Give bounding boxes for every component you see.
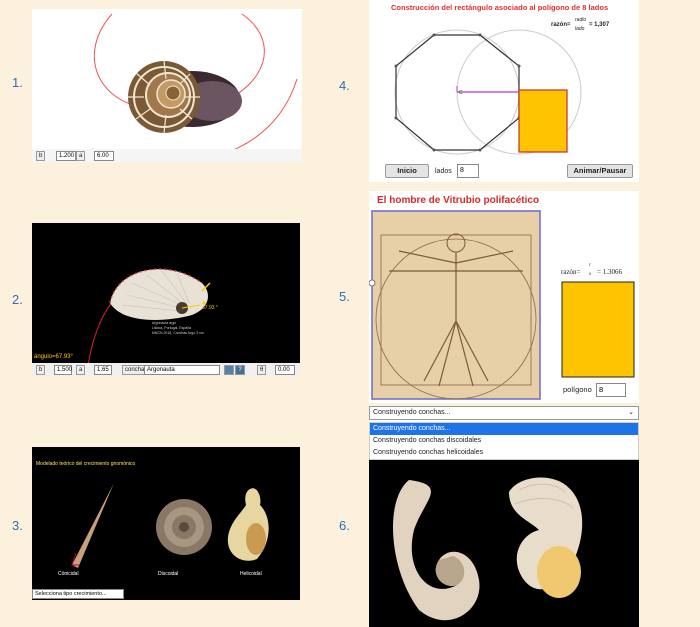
nautilus-spiral-graphic bbox=[91, 13, 298, 162]
small-angle-readout: 67.93 ° bbox=[202, 305, 218, 311]
item-number-5: 5. bbox=[339, 289, 350, 304]
item-number-3: 3. bbox=[12, 518, 23, 533]
concha-select[interactable]: Argonauta bbox=[144, 365, 220, 375]
conical-shell bbox=[72, 483, 114, 568]
conical-label: Cónicidal bbox=[58, 571, 79, 577]
vitruvian-graphic bbox=[369, 210, 635, 400]
panel-title: Construcción del rectángulo asociado al … bbox=[391, 3, 609, 12]
dropdown-option-2[interactable]: Construyendo conchas discoidales bbox=[370, 435, 638, 447]
b-input[interactable]: 1.200 bbox=[56, 151, 76, 161]
poligono-input[interactable]: 8 bbox=[596, 383, 626, 397]
lados-label: lados bbox=[435, 168, 452, 175]
yellow-rectangle bbox=[561, 281, 635, 378]
shell-types-graphic bbox=[71, 483, 269, 568]
nautilus-spiral-applet[interactable]: b 1.200 a 6.00 bbox=[32, 9, 302, 162]
b-slider-label: b bbox=[36, 365, 46, 375]
ratio-value: = 1,307 bbox=[589, 22, 610, 28]
b-slider-label: b bbox=[36, 151, 46, 161]
panel-title: El hombre de Vitrubio polifacético bbox=[377, 195, 540, 206]
center-label: C bbox=[459, 90, 463, 96]
a-input[interactable]: 6.00 bbox=[94, 151, 114, 161]
lados-input[interactable]: 8 bbox=[457, 164, 479, 178]
help-button[interactable]: ? bbox=[235, 365, 245, 375]
item-number-4: 4. bbox=[339, 78, 350, 93]
chevron-down-icon: ⌄ bbox=[628, 409, 634, 416]
ratio-numerator: radio bbox=[575, 17, 587, 23]
discoidal-shell-render bbox=[392, 480, 480, 621]
specimen-info-3: MNCN 2015, Conchas Argo 3 cm bbox=[152, 331, 204, 335]
vitruvian-applet[interactable]: El hombre de Vitrubio polifacético razón… bbox=[369, 191, 639, 403]
a-input[interactable]: 1.65 bbox=[94, 365, 112, 375]
ratio-prefix: razón= bbox=[551, 22, 571, 28]
ratio-denominator: s bbox=[589, 272, 591, 277]
shell-render-view[interactable] bbox=[369, 460, 639, 627]
item-number-1: 1. bbox=[12, 75, 23, 90]
gnomonic-growth-applet[interactable]: Modelado teórico del crecimiento gnomóni… bbox=[32, 447, 300, 600]
yellow-rectangle bbox=[518, 89, 568, 153]
dropdown-list: Construyendo conchas... Construyendo con… bbox=[369, 422, 639, 460]
animate-pause-button[interactable]: Animar/Pausar bbox=[567, 164, 633, 178]
argonauta-shell bbox=[110, 269, 208, 320]
item-number-2: 2. bbox=[12, 292, 23, 307]
dropdown-option-3[interactable]: Construyendo conchas helicoidales bbox=[370, 447, 638, 459]
ratio-label: razón= bbox=[561, 268, 581, 276]
angle-label: ángulo=67.93° bbox=[34, 354, 73, 360]
a-slider-label: a bbox=[76, 365, 86, 375]
helicoidal-label: Helicoidal bbox=[240, 571, 262, 577]
dropdown-option-1[interactable]: Construyendo conchas... bbox=[370, 423, 638, 435]
ratio-denominator: lado bbox=[575, 26, 585, 32]
shell-render-graphic bbox=[392, 477, 583, 621]
theta-input[interactable]: 0.00 bbox=[275, 365, 295, 375]
ratio-value: = 1.3066 bbox=[597, 268, 622, 276]
tool-icon[interactable] bbox=[224, 365, 234, 375]
octagon-rectangle-applet[interactable]: Construcción del rectángulo asociado al … bbox=[369, 0, 639, 182]
a-slider-label: a bbox=[76, 151, 86, 161]
argonauta-applet[interactable]: 67.93 ° Argonauta argo Lisboa, Portugal,… bbox=[32, 223, 300, 376]
select-value: Construyendo conchas... bbox=[373, 409, 451, 416]
poligono-label: polígono bbox=[563, 385, 592, 394]
b-input[interactable]: 1.500 bbox=[54, 365, 72, 375]
item-number-6: 6. bbox=[339, 518, 350, 533]
inicio-button[interactable]: Inicio bbox=[385, 164, 429, 178]
theta-label: θ bbox=[257, 365, 267, 375]
shell-type-select[interactable]: Construyendo conchas... ⌄ bbox=[369, 406, 639, 420]
panel-title: Modelado teórico del crecimiento gnomóni… bbox=[36, 461, 136, 467]
discoidal-label: Discoidal bbox=[158, 571, 179, 577]
growth-type-select[interactable]: Selecciona tipo crecimiento... bbox=[32, 589, 124, 599]
shell-construction-applet[interactable]: Construyendo conchas... ⌄ Construyendo c… bbox=[369, 406, 639, 627]
ratio-numerator: r bbox=[589, 263, 591, 268]
